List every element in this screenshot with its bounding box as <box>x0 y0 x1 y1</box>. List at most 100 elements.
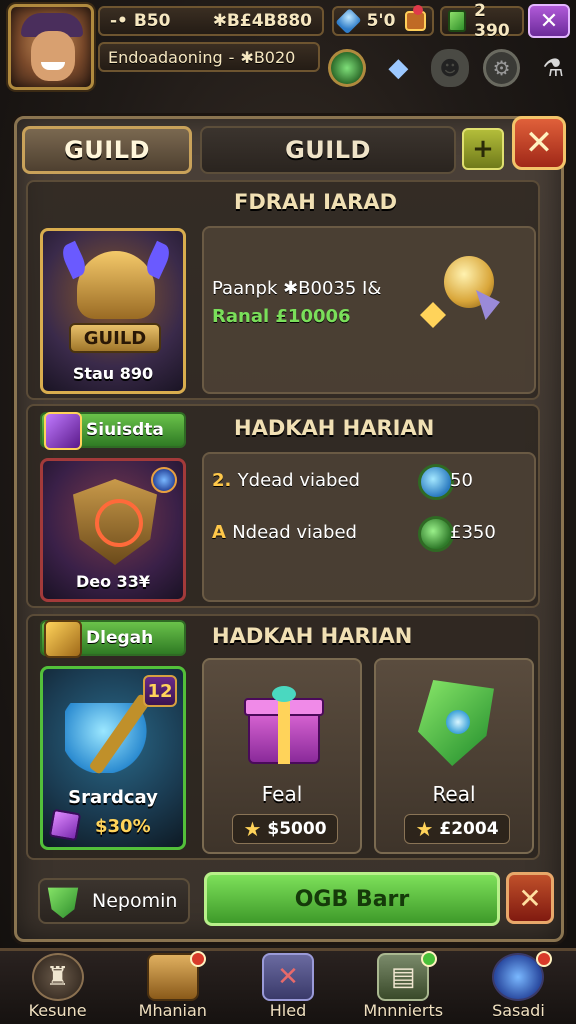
nav-label: Hled <box>269 1001 307 1020</box>
chip-siuisdta[interactable]: Siuisdta <box>40 412 186 450</box>
gift-ribbon <box>278 696 290 764</box>
gift-box-icon <box>244 684 324 768</box>
gold-shield-icon <box>44 620 82 658</box>
task-1-text: Ydead viabed <box>237 470 360 491</box>
task-1-prefix: 2. <box>212 470 232 491</box>
green-shield-icon <box>47 887 79 919</box>
hero-card-caption: Stau 890 <box>72 364 154 383</box>
cancel-button[interactable]: ✕ <box>506 872 554 924</box>
tile-price: $5000 <box>267 819 327 839</box>
shield-hero-card[interactable]: Deo 33¥ <box>40 458 186 602</box>
task-row-1[interactable]: 2. Ydead viabed <box>212 470 360 491</box>
section1-title: FDRAH IARAD <box>234 190 398 214</box>
tile-price-button[interactable]: ★ $5000 <box>232 814 338 844</box>
chip-dlegah[interactable]: Dlegah <box>40 620 186 658</box>
nav-item-mhanian[interactable]: Mhanian <box>115 951 230 1024</box>
shield-card-caption: Deo 33¥ <box>75 572 151 591</box>
hud-icon-row: ◆ ☻ ⚙ ⚗ <box>326 44 572 92</box>
nav-label: Sasadi <box>492 1001 545 1020</box>
task-1-reward: 50 <box>450 470 473 491</box>
nepomin-label: Nepomin <box>92 890 178 912</box>
blue-gem-currency[interactable]: 5'0 <box>332 5 434 36</box>
blue-gem-icon <box>335 8 362 34</box>
purple-gem-icon <box>48 808 82 842</box>
player-separator: - <box>228 47 235 67</box>
shop-tile-feal[interactable]: Feal ★ $5000 <box>202 658 362 854</box>
chip-label: Siuisdta <box>86 420 164 440</box>
star-icon: ★ <box>243 817 262 841</box>
chip-label: Dlegah <box>86 628 154 648</box>
tile-price: £2004 <box>439 819 499 839</box>
mace-spike <box>420 302 446 328</box>
shield-icon <box>73 479 157 565</box>
nav-item-hled[interactable]: ✕ Hled <box>230 951 345 1024</box>
green-gem-value: 2 390 <box>474 1 510 41</box>
notification-badge <box>190 951 207 967</box>
notification-badge <box>536 951 553 967</box>
tile-name: Real <box>432 782 476 806</box>
primary-action-button[interactable]: OGB Barr <box>204 872 500 926</box>
item-price: $30% <box>95 816 151 837</box>
green-gem-currency[interactable]: 2 390 <box>440 1 524 41</box>
info-line-1: Paanpk ✱B0035 I& <box>212 278 382 299</box>
gift-bow <box>272 686 296 702</box>
task-2-prefix: A <box>212 522 226 543</box>
green-reward-icon <box>418 516 454 552</box>
nepomin-button[interactable]: Nepomin <box>38 878 190 924</box>
item-name: Srardcay <box>68 787 158 808</box>
tab-guild-active[interactable]: GUILD <box>22 126 192 174</box>
player-avatar[interactable] <box>8 4 94 90</box>
purple-gem-icon <box>44 412 82 450</box>
nav-label: Mnnnierts <box>363 1001 444 1020</box>
task-2-reward: £350 <box>450 522 496 543</box>
close-icon: ✕ <box>524 123 554 163</box>
add-button[interactable]: + <box>462 128 504 170</box>
crossed-swords-icon: ✕ <box>262 953 314 1001</box>
nav-item-mnnnierts[interactable]: ▤ Mnnnierts <box>346 951 461 1024</box>
avatar-face <box>31 31 75 81</box>
task-row-2[interactable]: A Ndead viabed <box>212 522 357 543</box>
gear-icon[interactable]: ⚙ <box>482 49 521 87</box>
panel-close-button[interactable]: ✕ <box>512 116 566 170</box>
close-icon: ✕ <box>518 881 542 915</box>
info-line-2: Ranal £10006 <box>212 306 351 327</box>
nav-item-sasadi[interactable]: Sasadi <box>461 951 576 1024</box>
treasure-chest-icon[interactable] <box>405 5 426 31</box>
player-name: Endoadaoning <box>108 47 223 67</box>
tile-price-button[interactable]: ★ £2004 <box>404 814 510 844</box>
green-gem-icon <box>448 10 467 32</box>
plus-icon: + <box>472 134 494 164</box>
crystal-shard-icon[interactable]: ◆ <box>380 49 418 87</box>
golden-mace-icon <box>420 252 500 332</box>
star-icon: ★ <box>415 817 434 841</box>
close-icon: ✕ <box>539 8 559 34</box>
gold-currency-bar[interactable]: -• B50 ✱B£4B880 <box>98 6 324 36</box>
blue-reward-icon <box>418 464 454 500</box>
nav-item-kesune[interactable]: ♜ Kesune <box>0 951 115 1024</box>
potion-icon[interactable]: ⚗ <box>534 49 572 87</box>
tab-guild[interactable]: GUILD <box>200 126 456 174</box>
compass-icon[interactable] <box>328 49 366 87</box>
notification-badge <box>420 951 437 967</box>
castle-icon: ♜ <box>31 953 84 1001</box>
bottom-nav: ♜ Kesune Mhanian ✕ Hled ▤ Mnnnierts Sasa… <box>0 948 576 1024</box>
blue-orb-icon <box>151 467 177 493</box>
emerald-icon <box>418 680 494 766</box>
hammer-item-card[interactable]: 12 Srardcay $30% <box>40 666 186 850</box>
nav-label: Mhanian <box>138 1001 207 1020</box>
golden-helmet-icon <box>77 251 155 319</box>
nav-label: Kesune <box>28 1001 87 1020</box>
item-level-badge: 12 <box>143 675 177 707</box>
tile-name: Feal <box>261 782 303 806</box>
top-hud: -• B50 ✱B£4B880 Endoadaoning - ✱B020 5'0… <box>0 0 576 100</box>
section3-title: HADKAH HARIAN <box>212 624 413 648</box>
shop-tile-real[interactable]: Real ★ £2004 <box>374 658 534 854</box>
hud-close-button[interactable]: ✕ <box>528 4 570 38</box>
mask-icon[interactable]: ☻ <box>431 49 469 87</box>
guild-hero-card[interactable]: GUILD Stau 890 <box>40 228 186 394</box>
gold-total: ✱B£4B880 <box>212 11 312 31</box>
section2-title: HADKAH HARIAN <box>234 416 435 440</box>
blue-gem-value: 5'0 <box>366 11 396 31</box>
task-2-text: Ndead viabed <box>232 522 357 543</box>
guild-badge: GUILD <box>69 323 161 353</box>
